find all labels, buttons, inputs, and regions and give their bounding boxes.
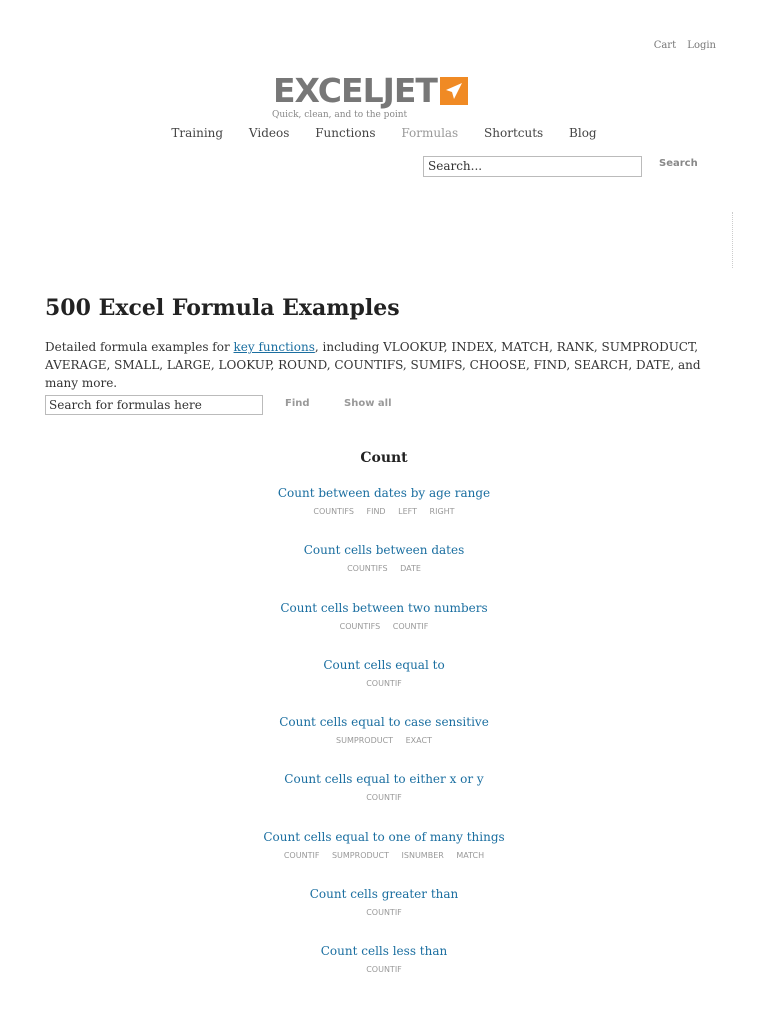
function-tag[interactable]: COUNTIFS: [340, 622, 381, 631]
list-item: Count cells equal to one of many things …: [0, 828, 768, 885]
list-item: Count cells greater than COUNTIF: [0, 885, 768, 942]
formula-list: Count between dates by age range COUNTIF…: [0, 484, 768, 1000]
ad-frame-edge: [732, 212, 736, 268]
function-tags: SUMPRODUCT EXACT: [0, 735, 768, 747]
nav-item-videos[interactable]: Videos: [249, 126, 289, 140]
function-tags: COUNTIF: [0, 792, 768, 804]
cart-link[interactable]: Cart: [654, 40, 676, 51]
formula-link[interactable]: Count cells equal to: [0, 656, 768, 674]
function-tag[interactable]: COUNTIF: [393, 622, 429, 631]
nav-item-functions[interactable]: Functions: [315, 126, 375, 140]
function-tag[interactable]: COUNTIF: [366, 793, 402, 802]
find-button[interactable]: Find: [285, 398, 310, 409]
page-title: 500 Excel Formula Examples: [45, 295, 400, 321]
formula-link[interactable]: Count cells equal to either x or y: [0, 770, 768, 788]
formula-link[interactable]: Count cells between two numbers: [0, 599, 768, 617]
nav-item-formulas[interactable]: Formulas: [401, 126, 458, 140]
formula-link[interactable]: Count cells equal to case sensitive: [0, 713, 768, 731]
formula-link[interactable]: Count cells less than: [0, 942, 768, 960]
nav-item-shortcuts[interactable]: Shortcuts: [484, 126, 543, 140]
key-functions-link[interactable]: key functions: [234, 340, 315, 354]
intro-text-before: Detailed formula examples for: [45, 340, 234, 354]
function-tag[interactable]: COUNTIFS: [313, 507, 354, 516]
list-item: Count cells between two numbers COUNTIFS…: [0, 599, 768, 656]
function-tag[interactable]: FIND: [366, 507, 385, 516]
list-item: Count cells equal to case sensitive SUMP…: [0, 713, 768, 770]
login-link[interactable]: Login: [687, 40, 716, 51]
list-item: Count cells less than COUNTIF: [0, 942, 768, 999]
function-tag[interactable]: COUNTIFS: [347, 564, 388, 573]
section-title: Count: [360, 450, 408, 466]
function-tags: COUNTIF: [0, 907, 768, 919]
site-search: Search: [423, 155, 698, 177]
function-tag[interactable]: COUNTIF: [366, 965, 402, 974]
function-tags: COUNTIFS FIND LEFT RIGHT: [0, 506, 768, 518]
nav-item-training[interactable]: Training: [171, 126, 223, 140]
formula-link[interactable]: Count between dates by age range: [0, 484, 768, 502]
account-links: Cart Login: [646, 40, 716, 51]
formula-search-input[interactable]: [45, 395, 263, 415]
show-all-button[interactable]: Show all: [344, 398, 392, 409]
function-tag[interactable]: RIGHT: [430, 507, 455, 516]
function-tag[interactable]: ISNUMBER: [402, 851, 444, 860]
function-tag[interactable]: MATCH: [456, 851, 484, 860]
function-tags: COUNTIF: [0, 964, 768, 976]
function-tags: COUNTIFS COUNTIF: [0, 621, 768, 633]
formula-link[interactable]: Count cells greater than: [0, 885, 768, 903]
paper-plane-icon: [439, 77, 468, 105]
site-tagline: Quick, clean, and to the point: [272, 110, 408, 120]
logo-wordmark: EXCELJET: [273, 71, 438, 110]
formula-link[interactable]: Count cells equal to one of many things: [0, 828, 768, 846]
function-tags: COUNTIF SUMPRODUCT ISNUMBER MATCH: [0, 850, 768, 862]
main-nav: Training Videos Functions Formulas Short…: [0, 126, 768, 140]
site-logo[interactable]: EXCELJET: [273, 73, 468, 109]
list-item: Count cells equal to either x or y COUNT…: [0, 770, 768, 827]
page-intro: Detailed formula examples for key functi…: [45, 338, 725, 392]
nav-item-blog[interactable]: Blog: [569, 126, 597, 140]
function-tag[interactable]: COUNTIF: [366, 679, 402, 688]
function-tag[interactable]: COUNTIF: [366, 908, 402, 917]
list-item: Count cells equal to COUNTIF: [0, 656, 768, 713]
list-item: Count between dates by age range COUNTIF…: [0, 484, 768, 541]
site-search-input[interactable]: [423, 155, 642, 177]
function-tags: COUNTIF: [0, 678, 768, 690]
function-tag[interactable]: EXACT: [406, 736, 432, 745]
function-tag[interactable]: DATE: [400, 564, 421, 573]
formula-search: Find Show all: [45, 394, 392, 415]
site-search-button[interactable]: Search: [659, 158, 698, 169]
function-tag[interactable]: SUMPRODUCT: [336, 736, 393, 745]
list-item: Count cells between dates COUNTIFS DATE: [0, 541, 768, 598]
function-tag[interactable]: COUNTIF: [284, 851, 320, 860]
formula-link[interactable]: Count cells between dates: [0, 541, 768, 559]
function-tags: COUNTIFS DATE: [0, 563, 768, 575]
function-tag[interactable]: LEFT: [398, 507, 417, 516]
function-tag[interactable]: SUMPRODUCT: [332, 851, 389, 860]
